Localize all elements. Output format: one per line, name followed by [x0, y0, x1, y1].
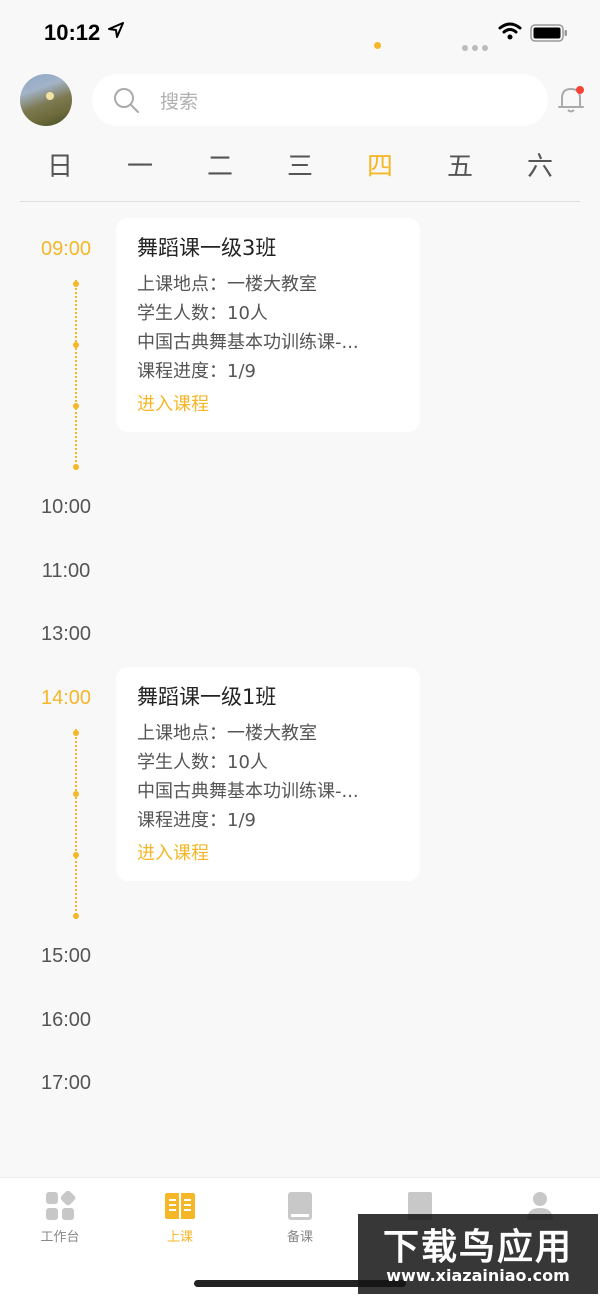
day-thu[interactable]: 四 — [350, 146, 410, 183]
signal-dots-icon — [462, 36, 492, 55]
timeline-dot — [73, 403, 79, 409]
timeline-connector — [75, 280, 77, 470]
dashboard-icon — [46, 1190, 76, 1220]
time-label: 13:00 — [40, 623, 92, 645]
search-bar[interactable]: 搜索 — [92, 74, 548, 126]
time-label: 09:00 — [40, 238, 92, 260]
timeline-dot — [73, 281, 79, 287]
day-sat[interactable]: 六 — [510, 146, 570, 183]
timeline-connector — [75, 729, 77, 919]
timeline-dot — [73, 464, 79, 470]
time-label: 14:00 — [40, 687, 92, 709]
tab-class[interactable]: 上课 — [120, 1190, 240, 1245]
course-progress: 课程进度：1/9 — [137, 361, 256, 382]
time-label: 16:00 — [40, 1009, 92, 1031]
day-fri[interactable]: 五 — [430, 146, 490, 183]
watermark-title: 下载鸟应用 — [382, 1227, 573, 1268]
course-card[interactable]: 舞蹈课一级3班 上课地点：一楼大教室 学生人数：10人 中国古典舞基本功训练课-… — [116, 218, 420, 432]
week-selector: 日 一 二 三 四 五 六 — [20, 146, 580, 198]
watermark-url: www.xiazainiao.com — [386, 1266, 570, 1285]
selected-day-indicator — [374, 42, 381, 49]
course-curriculum: 中国古典舞基本功训练课-... — [137, 781, 359, 802]
day-tue[interactable]: 二 — [190, 146, 250, 183]
search-icon — [114, 88, 139, 113]
time-label: 10:00 — [40, 496, 92, 518]
time-label: 15:00 — [40, 945, 92, 967]
course-location: 上课地点：一楼大教室 — [137, 274, 317, 295]
enter-course-link[interactable]: 进入课程 — [137, 390, 209, 416]
day-wed[interactable]: 三 — [270, 146, 330, 183]
course-title: 舞蹈课一级1班 — [137, 685, 277, 709]
tab-workbench[interactable]: 工作台 — [0, 1190, 120, 1245]
avatar[interactable] — [20, 74, 72, 126]
open-book-icon — [165, 1193, 195, 1219]
course-location: 上课地点：一楼大教室 — [137, 723, 317, 744]
course-title: 舞蹈课一级3班 — [137, 236, 277, 260]
time-label: 11:00 — [41, 560, 91, 582]
divider — [20, 201, 580, 202]
course-students: 学生人数：10人 — [137, 752, 268, 773]
timeline-dot — [73, 913, 79, 919]
search-placeholder: 搜索 — [160, 91, 199, 113]
tab-label: 工作台 — [40, 1230, 80, 1245]
watermark: 下载鸟应用 www.xiazainiao.com — [358, 1214, 598, 1294]
tab-label: 上课 — [166, 1230, 193, 1245]
book-icon — [288, 1192, 312, 1220]
course-progress: 课程进度：1/9 — [137, 810, 256, 831]
timeline-dot — [73, 730, 79, 736]
course-students: 学生人数：10人 — [137, 303, 268, 324]
wifi-icon — [498, 22, 522, 40]
time-label: 17:00 — [40, 1072, 92, 1094]
timeline-dot — [73, 342, 79, 348]
location-arrow-icon — [108, 22, 124, 38]
status-bar: 10:12 — [0, 0, 600, 64]
day-sun[interactable]: 日 — [30, 146, 90, 183]
timeline-dot — [73, 791, 79, 797]
tab-label: 备课 — [286, 1230, 313, 1245]
timeline-dot — [73, 852, 79, 858]
notification-badge — [576, 86, 584, 94]
status-time: 10:12 — [44, 20, 101, 45]
enter-course-link[interactable]: 进入课程 — [137, 839, 209, 865]
course-curriculum: 中国古典舞基本功训练课-... — [137, 332, 359, 353]
tab-prepare[interactable]: 备课 — [240, 1190, 360, 1245]
course-card[interactable]: 舞蹈课一级1班 上课地点：一楼大教室 学生人数：10人 中国古典舞基本功训练课-… — [116, 667, 420, 881]
day-mon[interactable]: 一 — [110, 146, 170, 183]
battery-icon — [530, 24, 567, 42]
